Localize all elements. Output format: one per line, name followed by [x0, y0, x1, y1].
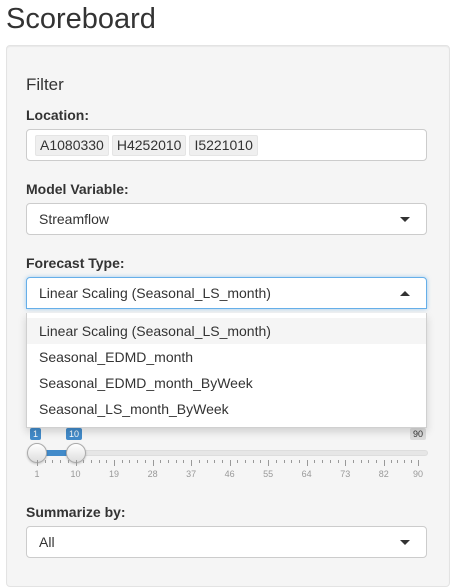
- slider-minor-tick: [137, 460, 139, 463]
- slider-minor-tick: [397, 460, 399, 463]
- slider-tick: [152, 460, 154, 466]
- slider-tick-label: 19: [109, 469, 120, 479]
- slider-tick: [345, 460, 347, 466]
- location-chip-list: A1080330 H4252010 I5221010: [35, 135, 258, 156]
- slider-from-badge: 1: [30, 428, 42, 440]
- location-chip[interactable]: I5221010: [189, 135, 258, 156]
- summarize-by-select[interactable]: All: [26, 526, 427, 558]
- slider-tick-label: 28: [147, 469, 158, 479]
- slider-minor-tick: [60, 460, 62, 463]
- model-variable-select[interactable]: Streamflow: [26, 203, 427, 235]
- slider-minor-tick: [67, 460, 69, 463]
- slider-minor-tick: [160, 460, 162, 463]
- location-label: Location:: [26, 107, 89, 123]
- slider-minor-tick: [144, 460, 146, 463]
- forecast-type-value: Linear Scaling (Seasonal_LS_month): [39, 285, 271, 301]
- slider-track[interactable]: [36, 450, 428, 456]
- slider-minor-tick: [167, 460, 169, 463]
- slider-minor-tick: [44, 460, 46, 463]
- slider-tick-label: 64: [301, 469, 312, 479]
- slider-tick: [229, 460, 231, 466]
- slider-tick: [418, 460, 419, 466]
- dropdown-option[interactable]: Seasonal_LS_month_ByWeek: [27, 396, 426, 422]
- location-input[interactable]: A1080330 H4252010 I5221010: [26, 129, 427, 161]
- chevron-down-icon: [400, 540, 410, 545]
- slider-minor-tick: [329, 460, 331, 463]
- slider-minor-tick: [411, 460, 413, 463]
- filter-heading: Filter: [26, 75, 64, 94]
- slider-tick-label: 55: [263, 469, 274, 479]
- slider-tick-label: 90: [412, 469, 424, 479]
- slider-tick: [191, 460, 193, 466]
- slider-to-badge: 10: [66, 428, 83, 440]
- summarize-by-value: All: [39, 534, 55, 550]
- slider-minor-tick: [83, 460, 85, 463]
- slider-minor-tick: [360, 460, 362, 463]
- slider-max-badge: 90: [410, 428, 427, 440]
- slider-minor-tick: [121, 460, 123, 463]
- slider-tick: [306, 460, 308, 466]
- slider-tick: [268, 460, 270, 466]
- slider-tick: [37, 460, 38, 466]
- slider-minor-tick: [390, 460, 392, 463]
- dropdown-option[interactable]: Seasonal_EDMD_month: [27, 344, 426, 370]
- slider-minor-tick: [90, 460, 92, 463]
- dropdown-option[interactable]: Linear Scaling (Seasonal_LS_month): [27, 318, 426, 344]
- slider-minor-tick: [260, 460, 262, 463]
- slider-minor-tick: [198, 460, 200, 463]
- slider-minor-tick: [275, 460, 277, 463]
- slider-minor-tick: [245, 460, 247, 463]
- slider-minor-tick: [352, 460, 354, 463]
- slider-minor-tick: [376, 460, 378, 463]
- slider-tick-label: 1: [34, 469, 40, 479]
- forecast-type-select[interactable]: Linear Scaling (Seasonal_LS_month): [26, 277, 427, 309]
- chevron-up-icon: [400, 291, 410, 296]
- slider-minor-tick: [175, 460, 177, 463]
- slider-minor-tick: [214, 460, 216, 463]
- slider-minor-tick: [237, 460, 239, 463]
- page-title: Scoreboard: [6, 3, 156, 35]
- slider-tick-label: 82: [378, 469, 389, 479]
- slider-minor-tick: [252, 460, 254, 463]
- model-variable-value: Streamflow: [39, 211, 110, 227]
- slider-minor-tick: [106, 460, 108, 463]
- slider-tick-label: 10: [70, 469, 81, 479]
- slider-minor-tick: [314, 460, 316, 463]
- model-variable-label: Model Variable:: [26, 181, 129, 197]
- slider-tick: [383, 460, 385, 466]
- slider-minor-tick: [52, 460, 54, 463]
- slider-minor-tick: [291, 460, 293, 463]
- slider-minor-tick: [221, 460, 223, 463]
- slider-minor-tick: [98, 460, 100, 463]
- slider-minor-tick: [183, 460, 185, 463]
- slider-tick: [75, 460, 77, 466]
- slider-tick-label: 73: [340, 469, 351, 479]
- slider-minor-tick: [206, 460, 208, 463]
- location-chip[interactable]: H4252010: [111, 135, 187, 156]
- slider-tick-label: 37: [186, 469, 197, 479]
- forecast-type-label: Forecast Type:: [26, 255, 125, 271]
- slider-minor-tick: [283, 460, 285, 463]
- slider-minor-tick: [322, 460, 324, 463]
- slider-tick-label: 46: [224, 469, 235, 479]
- slider-minor-tick: [368, 460, 370, 463]
- dropdown-option[interactable]: Seasonal_EDMD_month_ByWeek: [27, 370, 426, 396]
- slider-minor-tick: [337, 460, 339, 463]
- slider-minor-tick: [129, 460, 131, 463]
- summarize-by-label: Summarize by:: [26, 504, 126, 520]
- chevron-down-icon: [400, 217, 410, 222]
- location-chip[interactable]: A1080330: [35, 135, 109, 156]
- forecast-type-dropdown: Linear Scaling (Seasonal_LS_month) Seaso…: [26, 313, 427, 428]
- slider-minor-tick: [298, 460, 300, 463]
- slider-minor-tick: [404, 460, 406, 463]
- slider-tick: [114, 460, 116, 466]
